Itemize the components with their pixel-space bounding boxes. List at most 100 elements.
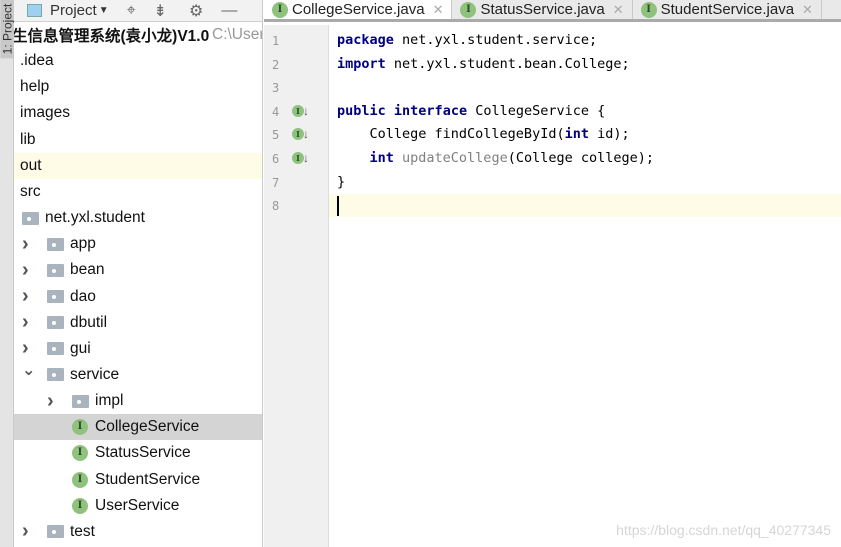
tree-item[interactable]: › dao — [14, 284, 262, 310]
interface-icon: I — [72, 497, 88, 514]
line-number: 5 — [272, 128, 280, 143]
implemented-marker-icon[interactable]: I ↓ — [292, 104, 309, 118]
folder-icon — [22, 211, 39, 225]
tree-item[interactable]: › test — [14, 519, 262, 545]
text-caret — [337, 196, 339, 217]
code-token: id); — [588, 126, 630, 143]
tree-item-label: net.yxl.student — [45, 209, 145, 227]
close-icon[interactable]: ✕ — [433, 2, 444, 18]
tree-item-label: dao — [70, 287, 96, 305]
project-path: C:\User — [212, 26, 263, 43]
chevron-right-icon[interactable]: › — [22, 285, 29, 308]
tree-item[interactable]: out — [14, 152, 262, 179]
code-line: public interface CollegeService { — [337, 103, 605, 119]
project-tool-window-stripe[interactable]: 1: Project — [0, 0, 15, 547]
folder-icon — [47, 525, 64, 539]
code-token: int — [564, 126, 589, 143]
implemented-marker-icon[interactable]: I ↓ — [292, 151, 309, 165]
project-toolbar: Project ▼ ⌖ ⇟ ⚙ — — [14, 0, 262, 22]
line-number: 8 — [272, 199, 280, 214]
tree-item-label: UserService — [95, 496, 180, 514]
tree-item[interactable]: › app — [14, 231, 262, 257]
collapse-icon[interactable]: ⇟ — [154, 1, 167, 21]
tree-item[interactable]: › impl — [14, 388, 262, 414]
tree-item[interactable]: 生信息管理系统(袁小龙)V1.0 C:\User — [14, 22, 263, 48]
tree-item[interactable]: images — [14, 100, 262, 126]
code-token: } — [337, 173, 346, 190]
code-line: College findCollegeById(int id); — [337, 126, 630, 142]
tree-item-label: help — [20, 78, 50, 96]
tree-item-label: lib — [20, 130, 36, 148]
code-token: net.yxl.student.service; — [402, 32, 598, 48]
tree-item-label: .idea — [20, 52, 54, 70]
tree-item-label: gui — [70, 339, 91, 357]
tree-item-label: images — [20, 104, 70, 122]
interface-icon: I — [460, 1, 477, 18]
minimize-icon[interactable]: — — [221, 2, 237, 20]
chevron-right-icon[interactable]: › — [22, 311, 29, 334]
chevron-right-icon[interactable]: › — [22, 337, 29, 360]
code-token: updateCollege — [393, 150, 508, 166]
arrow-down-icon: ↓ — [303, 151, 309, 165]
tree-item[interactable]: net.yxl.student — [14, 205, 262, 231]
editor-tab[interactable]: I StatusService.java ✕ — [452, 0, 633, 19]
tree-item[interactable]: .idea — [14, 48, 262, 74]
tree-item[interactable]: I StatusService — [14, 440, 262, 466]
tree-item[interactable]: › bean — [14, 257, 262, 283]
folder-icon — [47, 316, 64, 330]
close-icon[interactable]: ✕ — [613, 2, 624, 18]
tree-item-label: service — [70, 365, 120, 383]
chevron-down-icon[interactable]: ⌄ — [22, 360, 35, 380]
tree-item[interactable]: src — [14, 179, 262, 205]
project-panel: Project ▼ ⌖ ⇟ ⚙ — 生信息管理系统(袁小龙)V1.0 C:\User… — [14, 0, 263, 547]
chevron-right-icon[interactable]: › — [22, 520, 29, 543]
folder-icon — [72, 394, 89, 408]
gear-icon[interactable]: ⚙ — [189, 1, 203, 21]
tree-item[interactable]: help — [14, 74, 262, 100]
line-number: 3 — [272, 81, 280, 96]
chevron-right-icon[interactable]: › — [22, 259, 29, 282]
line-number: 7 — [272, 175, 280, 190]
editor-tab[interactable]: I CollegeService.java ✕ — [264, 0, 453, 19]
close-icon[interactable]: ✕ — [802, 2, 813, 18]
folder-icon — [47, 342, 64, 356]
tree-item[interactable]: I UserService — [14, 493, 262, 519]
chevron-right-icon[interactable]: › — [47, 390, 54, 413]
tree-item[interactable]: ⌄ service — [14, 360, 262, 388]
interface-icon: I — [272, 1, 288, 18]
tree-item[interactable]: I CollegeService — [14, 414, 262, 441]
project-stripe-label[interactable]: 1: Project — [0, 0, 15, 59]
code-token: CollegeService { — [475, 102, 606, 119]
project-view-dropdown[interactable]: Project — [50, 2, 97, 19]
code-token: import — [337, 55, 386, 72]
dropdown-arrow-icon[interactable]: ▼ — [99, 5, 109, 16]
tree-item-label: 生信息管理系统(袁小龙)V1.0 — [14, 28, 210, 45]
tree-item[interactable]: › dbutil — [14, 310, 262, 336]
tree-item-label: StudentService — [95, 470, 201, 488]
code-token: interface — [393, 102, 468, 119]
line-number: 4 — [272, 104, 280, 119]
tree-item[interactable]: lib — [14, 127, 262, 153]
line-number: 1 — [272, 34, 280, 48]
code-token: (College college); — [507, 150, 655, 166]
code-token: package — [337, 32, 394, 48]
tree-item-label: dbutil — [70, 313, 108, 331]
code-token: College findCollegeById( — [337, 126, 565, 143]
code-editor[interactable]: package net.yxl.student.service; import n… — [329, 25, 841, 547]
tree-item-label: StatusService — [95, 444, 191, 462]
arrow-down-icon: ↓ — [303, 103, 309, 118]
tree-item[interactable]: › gui — [14, 336, 262, 362]
locate-icon[interactable]: ⌖ — [127, 2, 136, 20]
interface-icon: I — [640, 1, 657, 18]
editor-gutter: 1 2 3 4 I ↓ 5 I ↓ 6 I ↓ 7 8 — [264, 25, 329, 547]
line-number: 6 — [272, 152, 280, 166]
tree-item-label: app — [70, 235, 96, 253]
tree-item-label: CollegeService — [95, 418, 200, 436]
tree-item[interactable]: I StudentService — [14, 467, 262, 493]
implemented-marker-icon[interactable]: I ↓ — [292, 127, 309, 141]
editor-tab[interactable]: I StudentService.java ✕ — [633, 0, 822, 19]
chevron-right-icon[interactable]: › — [22, 233, 29, 256]
arrow-down-icon: ↓ — [303, 127, 309, 142]
tree-item-label: bean — [70, 261, 105, 279]
